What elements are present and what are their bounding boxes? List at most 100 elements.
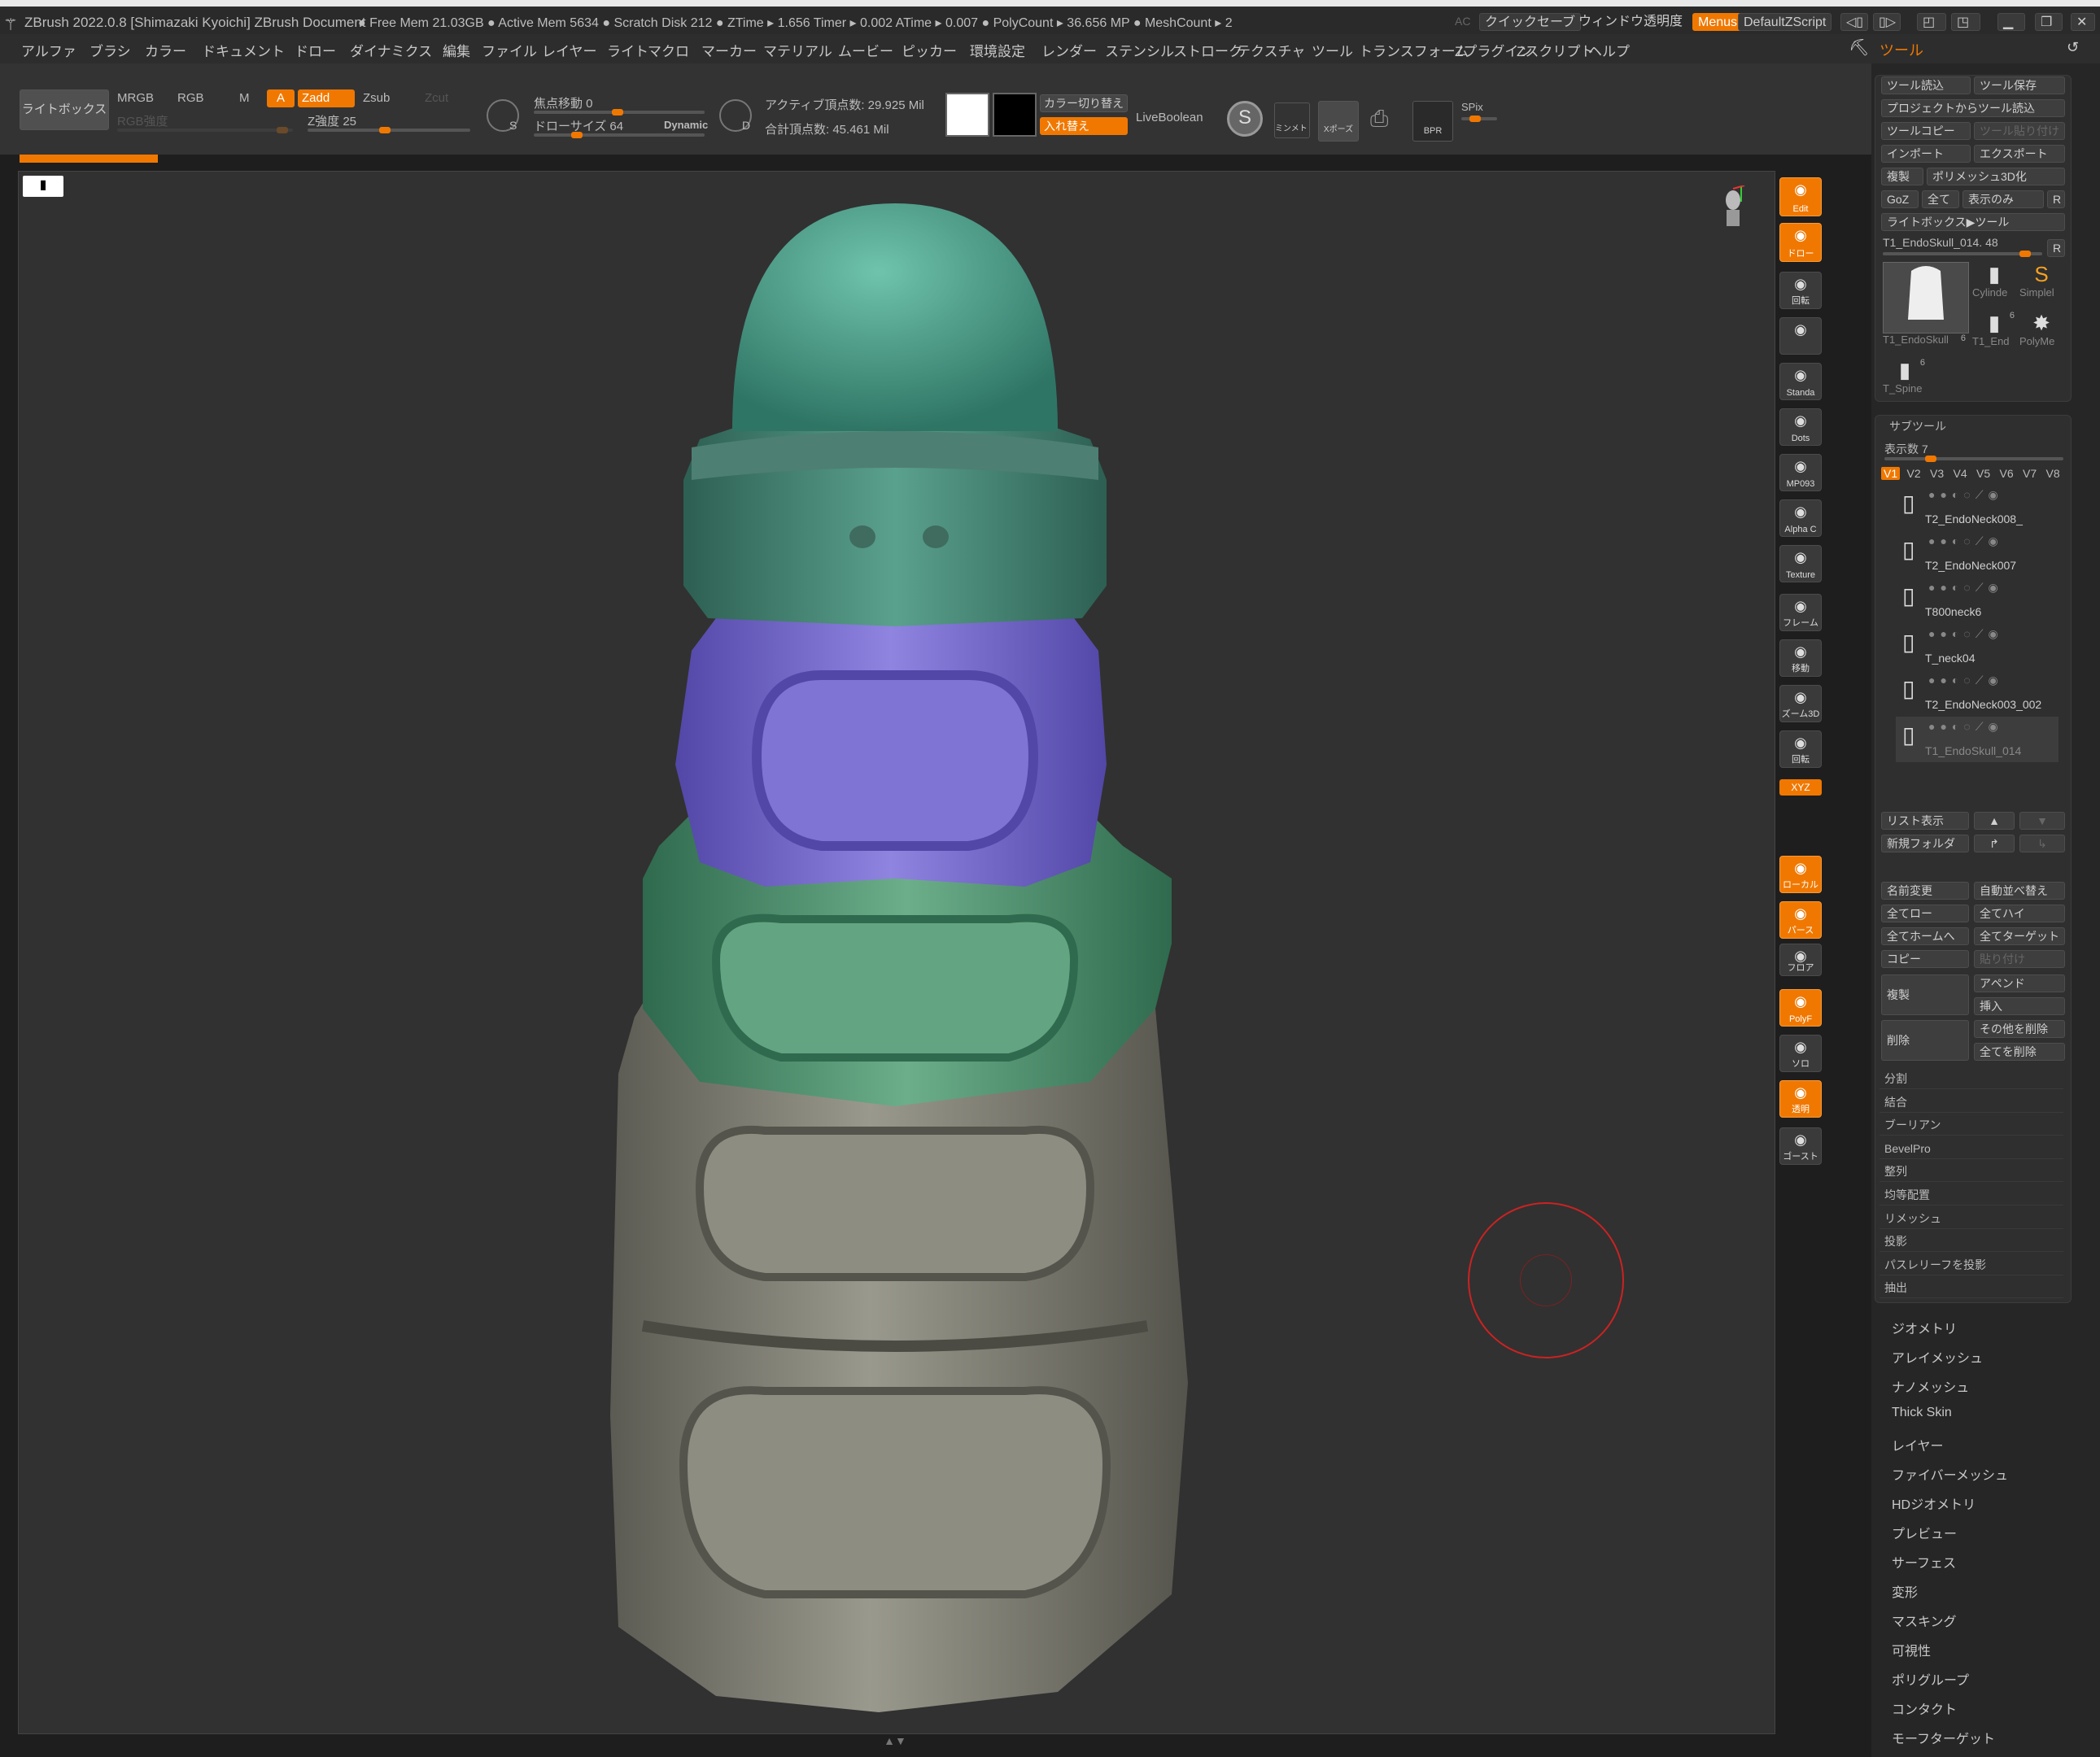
- bpr-button[interactable]: BPR: [1412, 101, 1453, 142]
- viewport-button-7[interactable]: ◉ Alpha C: [1779, 499, 1822, 537]
- subtool-row-5[interactable]: 均等配置: [1880, 1185, 2063, 1205]
- viewport-button-13[interactable]: ◉ ローカル: [1779, 856, 1822, 893]
- menu-item-2[interactable]: カラー: [145, 40, 186, 60]
- window-transparency-slider[interactable]: ウィンドウ透明度: [1574, 13, 1687, 31]
- menu-item-11[interactable]: マーカー: [701, 40, 757, 60]
- liveboolean-button[interactable]: LiveBoolean: [1136, 111, 1203, 124]
- goz-r-button[interactable]: R: [2047, 190, 2065, 208]
- subtool-row-3[interactable]: BevelPro: [1880, 1139, 2063, 1159]
- quicksave-button[interactable]: クイックセーブ: [1479, 13, 1582, 31]
- clone-button[interactable]: 複製: [1881, 168, 1923, 185]
- menu-item-9[interactable]: ライト: [607, 40, 648, 60]
- version-tab-V6[interactable]: V6: [1997, 467, 2016, 480]
- zsub-button[interactable]: Zsub: [363, 91, 390, 105]
- subpalette-5[interactable]: ファイバーメッシュ: [1892, 1464, 2008, 1484]
- menu-item-14[interactable]: ピッカー: [902, 40, 957, 60]
- menu-item-12[interactable]: マテリアル: [763, 40, 832, 60]
- subtool-row-6[interactable]: リメッシュ: [1880, 1209, 2063, 1229]
- color-switch-button[interactable]: カラー切り替え: [1040, 94, 1128, 112]
- subtool-toggle-icons[interactable]: ●●◐◌⟋◉: [1928, 581, 2003, 595]
- menu-item-6[interactable]: 編集: [443, 40, 470, 60]
- move-down-icon[interactable]: ↳: [2019, 835, 2065, 852]
- maximize-icon[interactable]: ❐: [2035, 13, 2063, 31]
- viewport-button-15[interactable]: ◉ フロア: [1779, 944, 1822, 976]
- all-low-button[interactable]: 全てロー: [1881, 905, 1969, 922]
- lightbox-button[interactable]: ライトボックス: [20, 89, 109, 130]
- make-polymesh-button[interactable]: ポリメッシュ3D化: [1927, 168, 2065, 185]
- menu-item-19[interactable]: テクスチャ: [1237, 40, 1305, 60]
- goz-button[interactable]: GoZ: [1881, 190, 1919, 208]
- viewport-button-9[interactable]: ◉ フレーム: [1779, 594, 1822, 631]
- menu-item-21[interactable]: トランスフォーム: [1359, 40, 1469, 60]
- all-high-button[interactable]: 全てハイ: [1974, 905, 2065, 922]
- subpalette-8[interactable]: サーフェス: [1892, 1552, 1956, 1572]
- viewport-button-14[interactable]: ◉ パース: [1779, 901, 1822, 939]
- secondary-color-swatch[interactable]: [993, 93, 1037, 137]
- layout-next-icon[interactable]: ▯▷: [1873, 13, 1901, 31]
- tool-thumb-5[interactable]: ▮ T_Spine 6: [1883, 358, 1927, 395]
- menu-item-0[interactable]: アルファ: [21, 40, 76, 60]
- viewport-button-10[interactable]: ◉ 移動: [1779, 639, 1822, 677]
- tool-thumb-2[interactable]: S Simplel: [2019, 262, 2063, 299]
- swap-button[interactable]: 入れ替え: [1040, 117, 1128, 135]
- layout-right-icon[interactable]: ◳: [1951, 13, 1980, 31]
- lightbox-tools-button[interactable]: ライトボックス▶ツール: [1881, 213, 2065, 231]
- subpalette-1[interactable]: アレイメッシュ: [1892, 1347, 1983, 1367]
- subtool-row-4[interactable]: 整列: [1880, 1162, 2063, 1183]
- version-tab-V7[interactable]: V7: [2020, 467, 2039, 480]
- primary-color-swatch[interactable]: [945, 93, 989, 137]
- viewport-button-17[interactable]: ◉ ソロ: [1779, 1035, 1822, 1072]
- layout-prev-icon[interactable]: ◁▯: [1840, 13, 1868, 31]
- export-button[interactable]: エクスポート: [1974, 145, 2065, 163]
- tool-thumb-endoskull[interactable]: [1883, 262, 1969, 334]
- subtool-toggle-icons[interactable]: ●●◐◌⟋◉: [1928, 720, 2003, 734]
- model-render[interactable]: [570, 195, 1220, 1724]
- subpalette-13[interactable]: コンタクト: [1892, 1698, 1957, 1718]
- xyz-symmetry-button[interactable]: XYZ: [1779, 779, 1822, 796]
- goz-visible-button[interactable]: 表示のみ: [1962, 190, 2044, 208]
- load-from-project-button[interactable]: プロジェクトからツール読込: [1881, 99, 2065, 117]
- xpose-button[interactable]: Xポーズ: [1318, 101, 1359, 142]
- version-tab-V8[interactable]: V8: [2044, 467, 2063, 480]
- duplicate-button[interactable]: 複製: [1881, 974, 1969, 1015]
- arrow-down-icon[interactable]: ▼: [2019, 812, 2065, 830]
- subtool-item[interactable]: ▯ ●●◐◌⟋◉ T2_EndoNeck003_002: [1896, 670, 2059, 716]
- version-tab-V2[interactable]: V2: [1905, 467, 1923, 480]
- paste-subtool-button[interactable]: 貼り付け: [1974, 950, 2065, 968]
- subpalette-2[interactable]: ナノメッシュ: [1892, 1376, 1969, 1396]
- bottom-tray-toggle-icon[interactable]: ▲▼: [814, 1734, 976, 1747]
- focal-shift-slider[interactable]: 焦点移動 0: [534, 94, 593, 111]
- viewport-button-5[interactable]: ◉ Dots: [1779, 408, 1822, 446]
- rgb-intensity-slider[interactable]: RGB強度: [117, 112, 168, 129]
- close-icon[interactable]: ✕: [2071, 13, 2095, 31]
- dynamesh-sphere-icon[interactable]: S: [1227, 101, 1263, 137]
- delete-button[interactable]: 削除: [1881, 1020, 1969, 1061]
- subpalette-4[interactable]: レイヤー: [1892, 1435, 1944, 1454]
- viewport-button-1[interactable]: ◉ ドロー: [1779, 223, 1822, 262]
- visible-count-track[interactable]: [1884, 456, 2063, 462]
- subtool-row-8[interactable]: パスレリーフを投影: [1880, 1255, 2063, 1275]
- menus-toggle[interactable]: Menus: [1692, 13, 1744, 31]
- menu-item-17[interactable]: ステンシル: [1105, 40, 1174, 60]
- auto-reorder-button[interactable]: 自動並べ替え: [1974, 882, 2065, 900]
- move-icon[interactable]: ↱: [1974, 835, 2015, 852]
- current-tool-track[interactable]: [1883, 251, 2042, 257]
- default-zscript-button[interactable]: DefaultZScript: [1738, 13, 1832, 31]
- subpalette-7[interactable]: プレビュー: [1892, 1523, 1957, 1542]
- subpalette-14[interactable]: モーフターゲット: [1892, 1728, 1995, 1747]
- viewport-button-19[interactable]: ◉ ゴースト: [1779, 1127, 1822, 1165]
- tool-palette-title[interactable]: ツール: [1880, 39, 1923, 60]
- version-tab-V4[interactable]: V4: [1951, 467, 1970, 480]
- menu-item-18[interactable]: ストローク: [1173, 40, 1242, 60]
- layout-left-icon[interactable]: ◰: [1917, 13, 1946, 31]
- version-tab-V1[interactable]: V1: [1881, 467, 1901, 480]
- viewport-button-0[interactable]: ◉ Edit: [1779, 177, 1822, 216]
- menu-item-8[interactable]: レイヤー: [542, 40, 597, 60]
- viewport-button-4[interactable]: ◉ Standa: [1779, 363, 1822, 400]
- subtool-row-1[interactable]: 結合: [1880, 1092, 2063, 1113]
- copy-tool-button[interactable]: ツールコピー: [1881, 122, 1971, 140]
- rgb-button[interactable]: RGB: [177, 91, 204, 105]
- focal-shift-track[interactable]: [534, 109, 705, 116]
- menu-item-5[interactable]: ダイナミクス: [350, 40, 432, 60]
- paste-tool-button[interactable]: ツール貼り付け: [1974, 122, 2065, 140]
